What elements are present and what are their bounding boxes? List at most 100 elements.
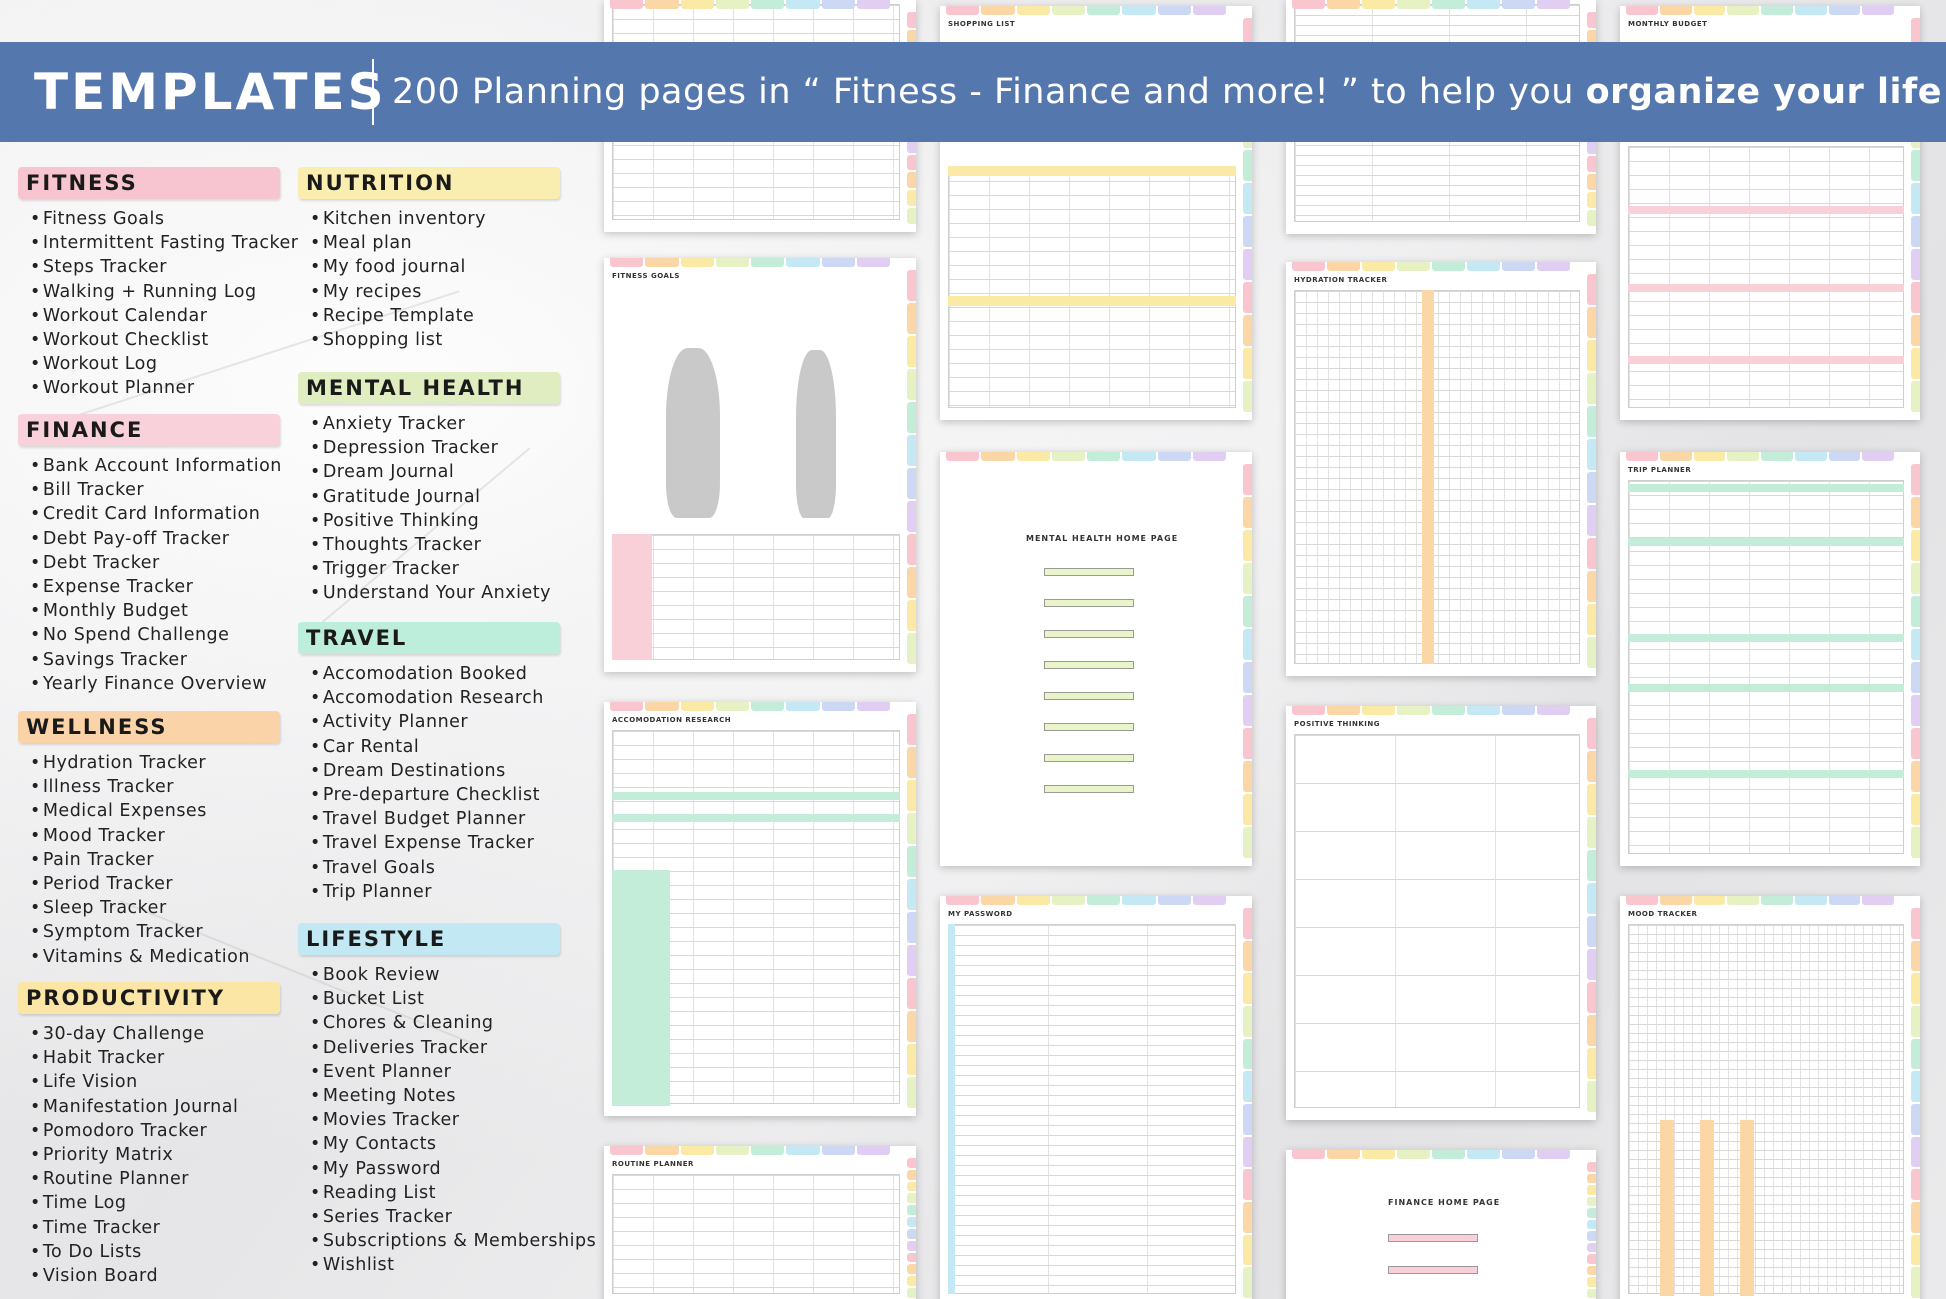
tab [1911, 1267, 1920, 1299]
tab [1727, 6, 1759, 15]
tab [1587, 718, 1596, 749]
tab [1587, 406, 1596, 437]
tab [907, 468, 916, 499]
month-tabs-side [1911, 908, 1920, 1299]
tab [821, 702, 855, 711]
header-banner: TEMPLATES 200 Planning pages in “ Fitnes… [0, 42, 1946, 142]
tab [1911, 761, 1920, 792]
tab [1537, 0, 1570, 9]
tab [1243, 1071, 1252, 1103]
template-list-item: Life Vision [18, 1070, 280, 1094]
category-lifestyle-title: LIFESTYLE [298, 923, 560, 955]
category-wellness-list: Hydration TrackerIllness TrackerMedical … [18, 751, 280, 969]
preview-title: SHOPPING LIST [948, 20, 1016, 28]
preview-page-positive-thinking: POSITIVE THINKING [1286, 706, 1596, 1120]
tab [946, 896, 980, 905]
tab [715, 1146, 749, 1155]
tab [1397, 0, 1430, 9]
tab [1397, 1150, 1430, 1159]
tab [1432, 0, 1465, 9]
tab [1911, 216, 1920, 247]
tab [1016, 6, 1050, 15]
tab [1432, 1150, 1465, 1159]
tab [1828, 6, 1861, 15]
tab [907, 978, 916, 1009]
category-finance-list: Bank Account InformationBill TrackerCred… [18, 454, 282, 696]
month-tabs-top [610, 1146, 890, 1155]
preview-title: HYDRATION TRACKER [1294, 276, 1388, 284]
tab [1911, 497, 1920, 528]
tab [1157, 896, 1191, 905]
tab [907, 534, 916, 565]
month-tabs-side [1243, 464, 1252, 858]
tab [1537, 1150, 1570, 1159]
preview-band [1628, 634, 1904, 642]
tab [907, 813, 916, 844]
tab [821, 0, 855, 9]
tab [1243, 1038, 1252, 1070]
tab [907, 567, 916, 598]
tab [1911, 794, 1920, 825]
preview-band [1628, 684, 1904, 692]
tab [1587, 1048, 1596, 1079]
preview-band [948, 924, 955, 1294]
template-list-item: Trigger Tracker [298, 557, 560, 581]
month-tabs-side [907, 1158, 916, 1298]
tab [1587, 784, 1596, 815]
tab [1587, 1196, 1596, 1206]
tab [907, 780, 916, 811]
template-list-item: Understand Your Anxiety [298, 581, 560, 605]
category-productivity-list: 30-day ChallengeHabit TrackerLife Vision… [18, 1022, 280, 1288]
template-list-item: Expense Tracker [18, 575, 282, 599]
month-tabs-top [1292, 0, 1570, 9]
tab [907, 945, 916, 976]
category-fitness-list: Fitness GoalsIntermittent Fasting Tracke… [18, 207, 298, 401]
tab [1911, 315, 1920, 346]
category-mental-health: MENTAL HEALTH Anxiety TrackerDepression … [298, 372, 560, 606]
tab [1587, 637, 1596, 668]
tab [1327, 262, 1360, 271]
tab [1587, 472, 1596, 503]
tab [1243, 315, 1252, 346]
tab [1243, 1267, 1252, 1299]
tab [1502, 706, 1535, 715]
tab [1051, 6, 1085, 15]
template-list-item: Recipe Template [298, 304, 560, 328]
tab [1911, 1202, 1920, 1233]
template-list-item: Car Rental [298, 735, 560, 759]
banner-divider [372, 59, 374, 125]
month-tabs-top [610, 258, 890, 267]
tab [1587, 373, 1596, 404]
tab [1243, 563, 1252, 594]
tab [1587, 210, 1596, 226]
template-list-item: Bucket List [298, 987, 596, 1011]
tab [907, 369, 916, 400]
tab [1243, 940, 1252, 972]
month-tabs-side [907, 270, 916, 664]
tab [1911, 940, 1920, 972]
tab [907, 1276, 916, 1287]
preview-pill [1388, 1234, 1478, 1242]
tab [821, 1146, 855, 1155]
tab [751, 1146, 785, 1155]
tab [645, 0, 679, 9]
tab [1626, 896, 1658, 905]
category-nutrition-list: Kitchen inventoryMeal planMy food journa… [298, 207, 560, 352]
tab [1911, 348, 1920, 379]
template-list-item: Sleep Tracker [18, 896, 280, 920]
tab [751, 0, 785, 9]
tab [1243, 1006, 1252, 1037]
tab [1243, 662, 1252, 693]
month-tabs-top [1292, 706, 1570, 715]
template-list-item: Medical Expenses [18, 799, 280, 823]
tab [907, 1217, 916, 1227]
template-list-item: Workout Log [18, 352, 298, 376]
tab [1122, 896, 1156, 905]
tab [1828, 896, 1861, 905]
template-list-item: Wishlist [298, 1253, 596, 1277]
tab [946, 6, 980, 15]
tab [1362, 0, 1395, 9]
category-lifestyle: LIFESTYLE Book ReviewBucket ListChores &… [298, 923, 596, 1277]
tab [1911, 596, 1920, 627]
tab [1016, 452, 1050, 461]
